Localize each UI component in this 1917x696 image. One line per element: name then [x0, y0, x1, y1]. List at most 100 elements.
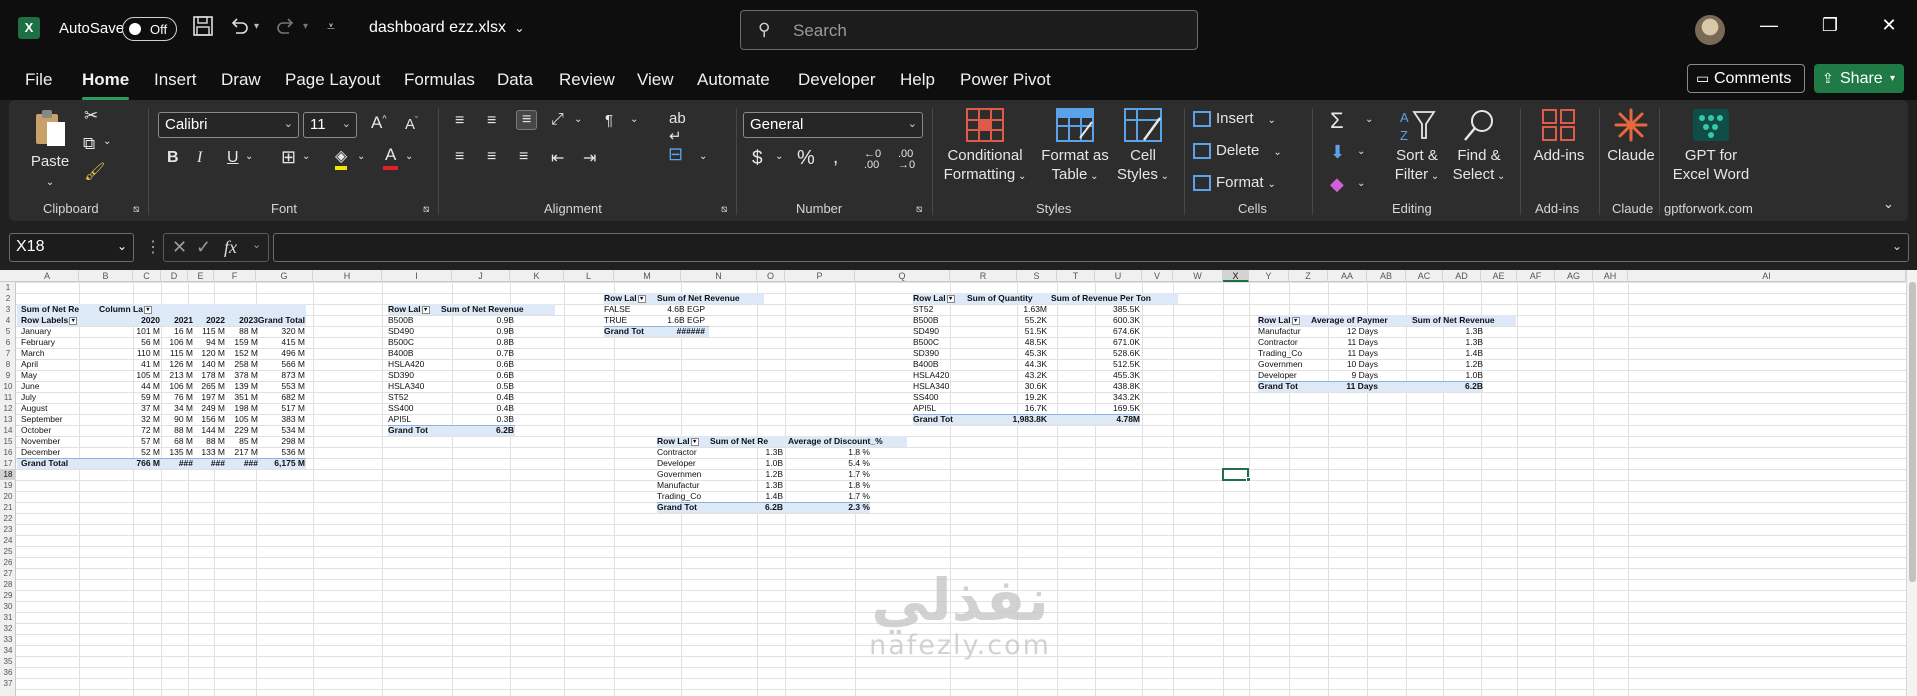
- pivot-value[interactable]: 135 M: [161, 447, 193, 458]
- pivot-value-header[interactable]: Sum of Net Revenue: [657, 293, 767, 304]
- column-header-M[interactable]: M: [614, 270, 681, 282]
- pivot-value[interactable]: 298 M: [273, 436, 305, 447]
- pivot-row-label[interactable]: SD490: [913, 326, 968, 337]
- pivot-value[interactable]: 343.2K: [1090, 392, 1140, 403]
- pivot-total-label[interactable]: Grand Tot: [388, 425, 440, 436]
- row-header-34[interactable]: 34: [0, 645, 16, 656]
- chevron-down-icon[interactable]: ⌄: [574, 114, 582, 125]
- row-header-20[interactable]: 20: [0, 491, 16, 502]
- pivot-value[interactable]: 90 M: [161, 414, 193, 425]
- align-top-icon[interactable]: ≡: [455, 112, 464, 130]
- column-header-B[interactable]: B: [79, 270, 133, 282]
- pivot-row-label[interactable]: July: [21, 392, 81, 403]
- redo-icon[interactable]: [275, 15, 297, 43]
- pivot-value[interactable]: 438.8K: [1090, 381, 1140, 392]
- pivot-row-label[interactable]: B500B: [913, 315, 968, 326]
- name-box[interactable]: X18 ⌄: [9, 233, 134, 262]
- column-header-L[interactable]: L: [564, 270, 614, 282]
- collapse-ribbon-icon[interactable]: ⌄: [1883, 196, 1894, 212]
- cancel-icon[interactable]: ✕: [172, 237, 187, 258]
- pivot-value[interactable]: 600.3K: [1090, 315, 1140, 326]
- cut-icon[interactable]: ✂: [84, 106, 98, 126]
- conditional-formatting-button[interactable]: Conditional Formatting ⌄: [942, 108, 1028, 186]
- tab-review[interactable]: Review: [559, 70, 615, 90]
- row-header-6[interactable]: 6: [0, 337, 16, 348]
- fill-handle[interactable]: [1246, 477, 1251, 482]
- pivot-value[interactable]: 9 Days: [1330, 370, 1378, 381]
- pivot-value[interactable]: 1.7 %: [830, 469, 870, 480]
- pivot-value[interactable]: 1.3B: [1445, 326, 1484, 337]
- pivot-row-label[interactable]: March: [21, 348, 81, 359]
- pivot-total-value[interactable]: 6.2B: [1445, 381, 1483, 392]
- more-options-icon[interactable]: ⋮: [145, 237, 161, 257]
- pivot-row-label[interactable]: ST52: [388, 392, 448, 403]
- column-header-F[interactable]: F: [214, 270, 256, 282]
- pivot-row-label[interactable]: June: [21, 381, 81, 392]
- pivot-row-labels[interactable]: Row Lal ▾: [657, 436, 709, 447]
- pivot-value[interactable]: 0.9B: [484, 315, 515, 326]
- copy-icon[interactable]: ⧉: [83, 134, 95, 154]
- pivot-row-label[interactable]: Manufactur: [1258, 326, 1310, 337]
- row-header-33[interactable]: 33: [0, 634, 16, 645]
- pivot-value[interactable]: 88 M: [161, 425, 193, 436]
- pivot-value[interactable]: 553 M: [273, 381, 305, 392]
- pivot-value[interactable]: 106 M: [161, 337, 193, 348]
- pivot-row-label[interactable]: Developer: [657, 458, 709, 469]
- clear-icon[interactable]: ◆: [1330, 174, 1344, 195]
- pivot-value[interactable]: 105 M: [226, 414, 258, 425]
- pivot-value[interactable]: 37 M: [128, 403, 160, 414]
- pivot-value[interactable]: 11 Days: [1330, 348, 1378, 359]
- pivot-value[interactable]: 1.3B: [745, 480, 784, 491]
- restore-icon[interactable]: ❐: [1815, 15, 1845, 36]
- column-header-S[interactable]: S: [1017, 270, 1057, 282]
- row-header-24[interactable]: 24: [0, 535, 16, 546]
- paste-button[interactable]: Paste ⌄: [26, 108, 74, 192]
- column-header-R[interactable]: R: [950, 270, 1017, 282]
- column-header-AE[interactable]: AE: [1481, 270, 1517, 282]
- dialog-launcher-icon[interactable]: ⧅: [133, 204, 139, 215]
- pivot-value[interactable]: 0.9B: [484, 326, 515, 337]
- pivot-value[interactable]: 169.5K: [1090, 403, 1140, 414]
- row-header-16[interactable]: 16: [0, 447, 16, 458]
- row-header-21[interactable]: 21: [0, 502, 16, 513]
- pivot-value[interactable]: 528.6K: [1090, 348, 1140, 359]
- fill-color-icon[interactable]: ◈: [335, 146, 348, 170]
- pivot-value[interactable]: 152 M: [226, 348, 258, 359]
- pivot-row-label[interactable]: SD390: [913, 348, 968, 359]
- row-header-2[interactable]: 2: [0, 293, 16, 304]
- pivot-value[interactable]: 873 M: [273, 370, 305, 381]
- expand-formula-icon[interactable]: ⌄: [1892, 239, 1902, 253]
- pivot-value[interactable]: 44.3K: [1000, 359, 1047, 370]
- redo-dropdown-icon[interactable]: ▾: [303, 21, 308, 32]
- active-cell[interactable]: [1222, 468, 1249, 481]
- row-header-12[interactable]: 12: [0, 403, 16, 414]
- column-header-Q[interactable]: Q: [855, 270, 950, 282]
- column-header-V[interactable]: V: [1142, 270, 1173, 282]
- tab-draw[interactable]: Draw: [221, 70, 261, 90]
- pivot-value[interactable]: 1.63M: [1000, 304, 1047, 315]
- column-header-P[interactable]: P: [785, 270, 855, 282]
- delete-cells-button[interactable]: Delete ⌄: [1193, 142, 1282, 160]
- add-ins-button[interactable]: Add-ins: [1524, 108, 1594, 165]
- pivot-row-label[interactable]: API5L: [913, 403, 968, 414]
- row-header-31[interactable]: 31: [0, 612, 16, 623]
- chevron-down-icon[interactable]: ⌄: [252, 238, 261, 251]
- pivot-total-value[interactable]: 6,175 M: [265, 458, 305, 469]
- percent-icon[interactable]: %: [797, 147, 815, 170]
- pivot-row-label[interactable]: January: [21, 326, 81, 337]
- pivot-value-header[interactable]: Average of Paymer: [1311, 315, 1411, 326]
- pivot-row-label[interactable]: HSLA340: [913, 381, 968, 392]
- pivot-total-label[interactable]: Grand Tot: [604, 326, 656, 337]
- gpt-for-excel-button[interactable]: GPT for Excel Word: [1667, 108, 1755, 184]
- row-header-5[interactable]: 5: [0, 326, 16, 337]
- pivot-row-labels[interactable]: Row Lal ▾: [1258, 315, 1310, 326]
- tab-insert[interactable]: Insert: [154, 70, 197, 90]
- pivot-total-label[interactable]: Grand Tot: [657, 502, 709, 513]
- tab-home[interactable]: Home: [82, 70, 129, 90]
- pivot-value[interactable]: 217 M: [226, 447, 258, 458]
- pivot-value[interactable]: 57 M: [128, 436, 160, 447]
- pivot-value[interactable]: 34 M: [161, 403, 193, 414]
- pivot-value[interactable]: 0.4B: [484, 403, 515, 414]
- pivot-value[interactable]: 30.6K: [1000, 381, 1047, 392]
- pivot-value[interactable]: 0.4B: [484, 392, 515, 403]
